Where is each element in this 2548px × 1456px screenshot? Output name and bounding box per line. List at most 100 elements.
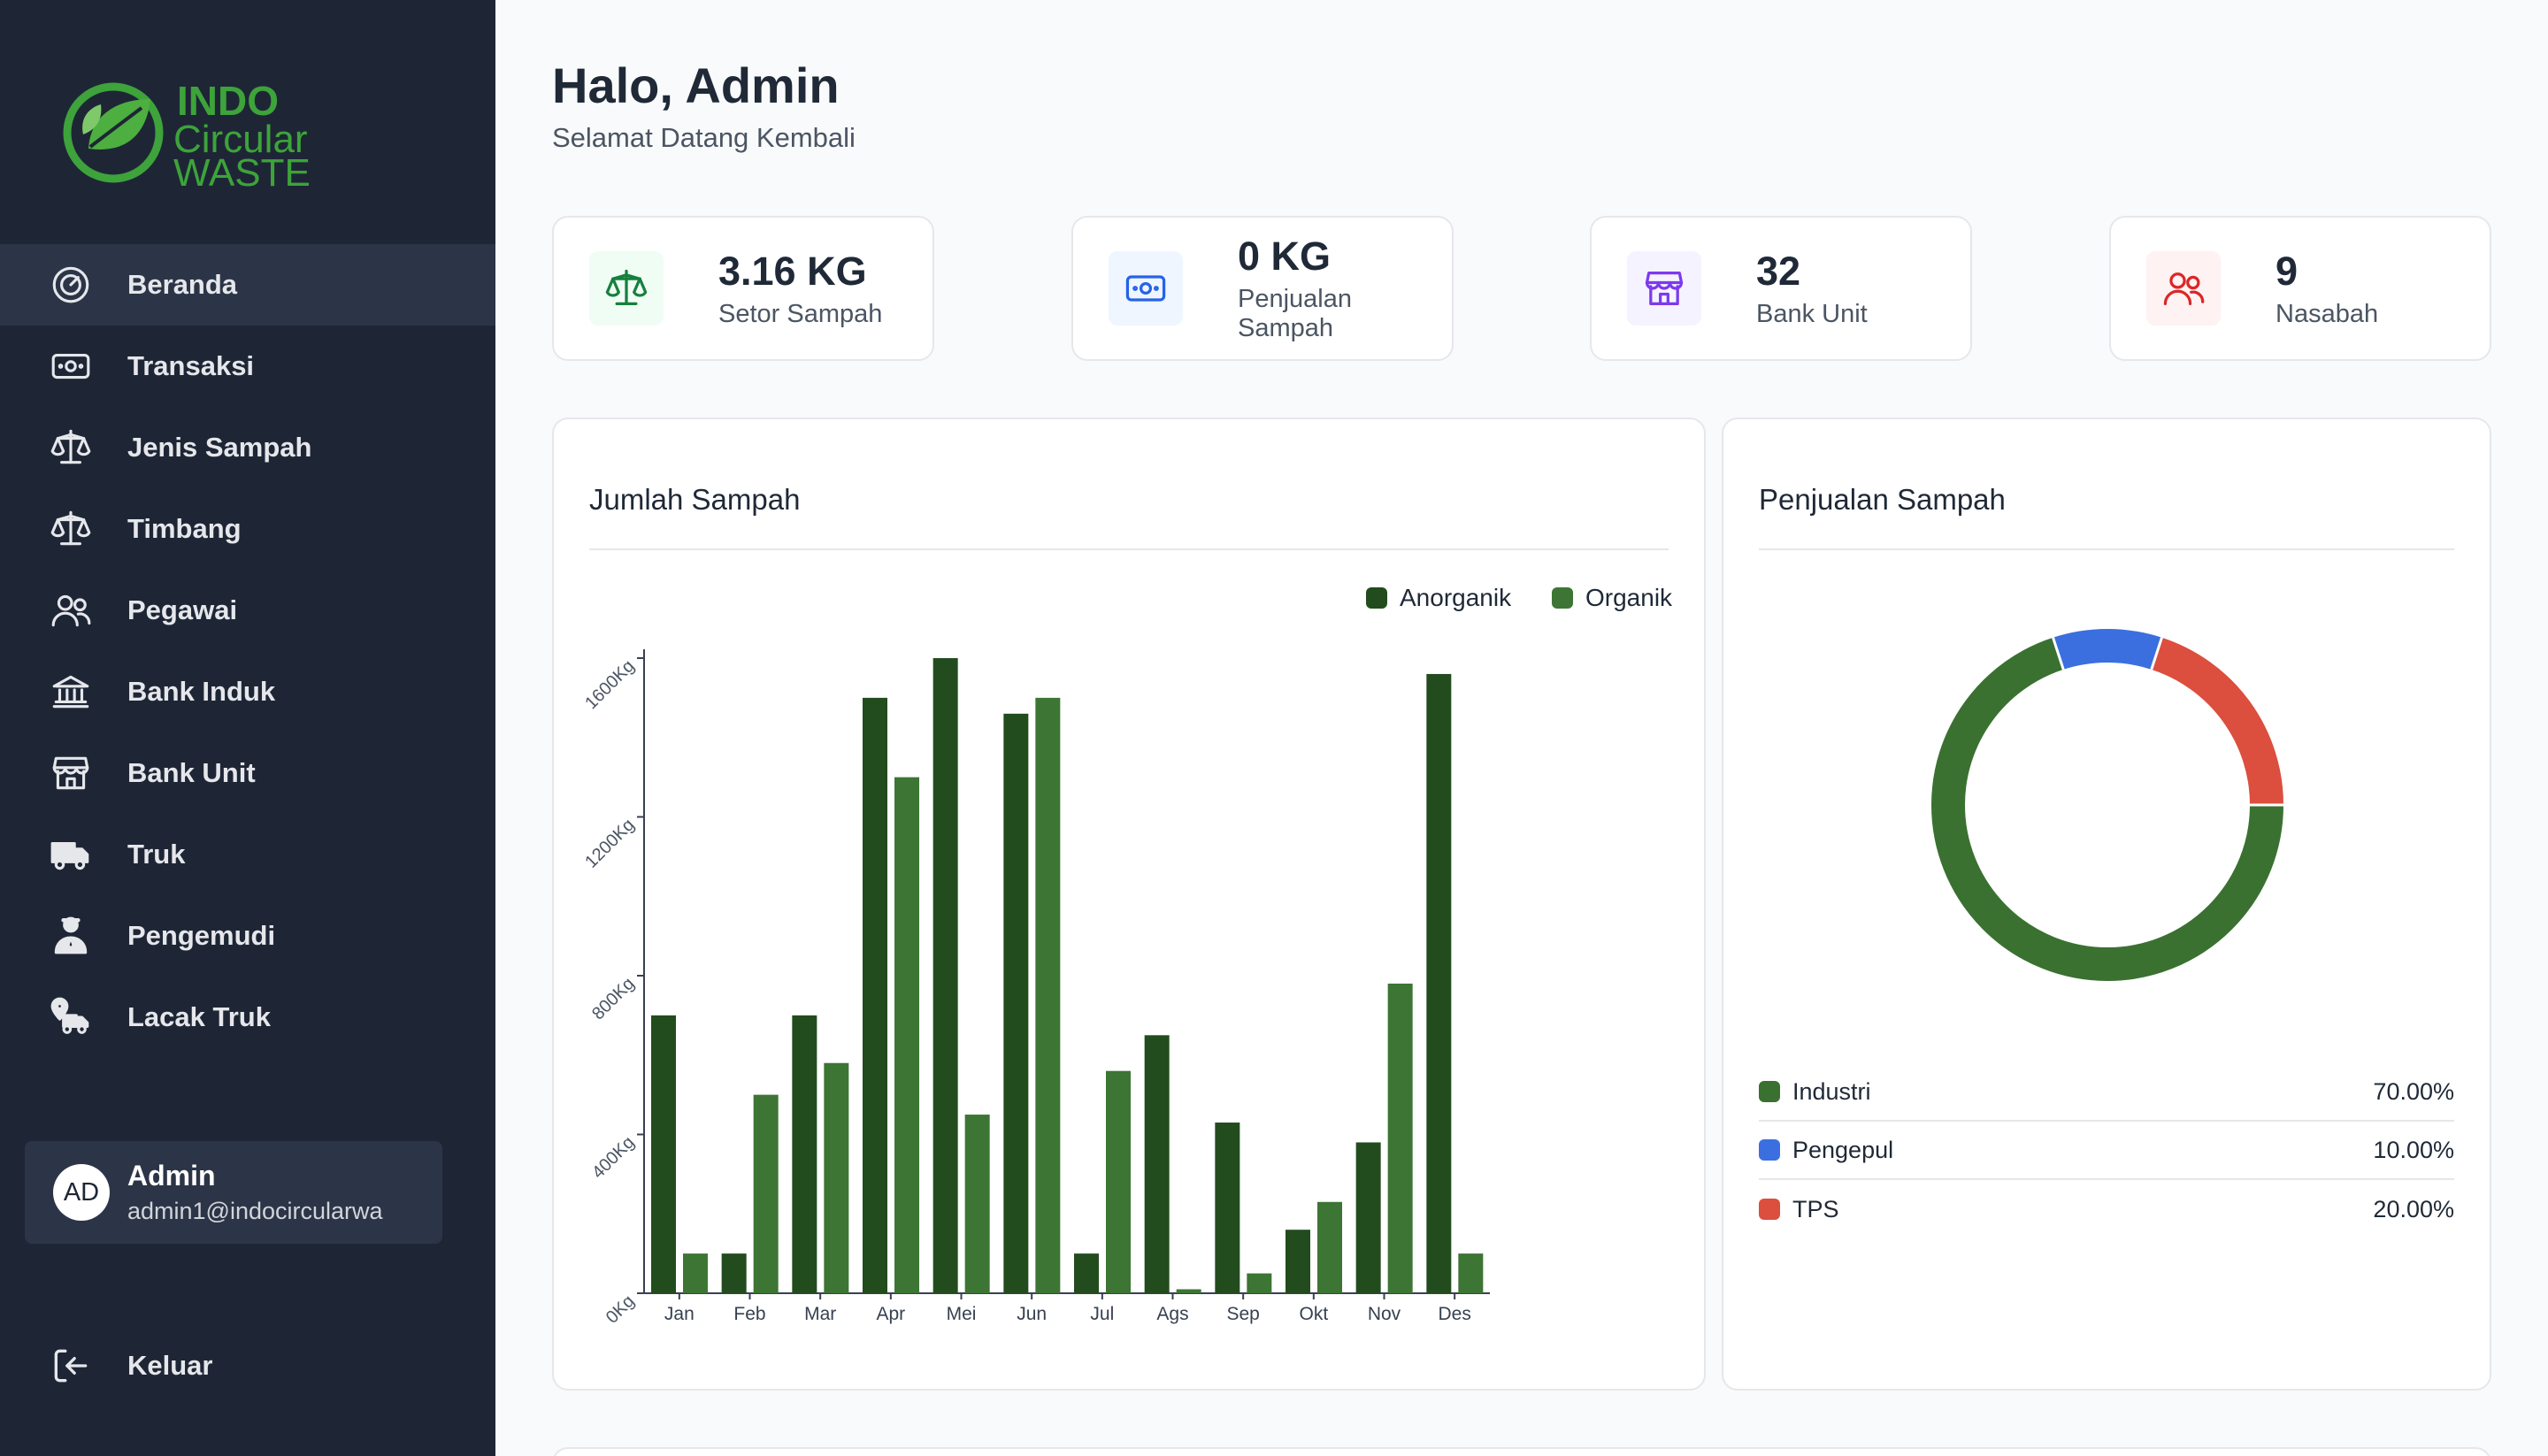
donut-chart [1931,629,2283,981]
x-tick-label: Jun [1017,1304,1047,1324]
pie-legend-row[interactable]: TPS 20.00% [1759,1180,2454,1238]
bar-anorganik-mar [792,1015,817,1293]
stat-value: 9 [2276,248,2299,294]
bank-icon [48,669,94,715]
bar-organik-nov [1387,983,1413,1293]
sidebar-item-bank-induk[interactable]: Bank Induk [0,651,495,732]
pie-chart-card: Penjualan Sampah Industri 70.00% Pengepul 1… [1722,418,2491,1391]
bar-organik-jan [683,1253,708,1293]
bar-organik-sep [1247,1273,1272,1293]
bar-organik-apr [894,777,919,1293]
stat-card-bank-unit[interactable]: 32 Bank Unit [1590,216,1972,361]
x-tick-label: Mei [947,1304,977,1324]
sidebar-item-label: Transaksi [127,350,255,381]
y-tick-label: 400Kg [588,1132,638,1182]
stat-label: Setor Sampah [718,299,883,328]
x-tick-label: Sep [1226,1304,1259,1324]
page-subtitle: Selamat Datang Kembali [552,122,856,153]
x-tick-label: Okt [1299,1304,1328,1324]
bar-anorganik-feb [721,1253,747,1293]
stat-label: Bank Unit [1756,299,1868,328]
y-tick-label: 800Kg [588,974,638,1023]
brand-logo[interactable]: INDO Circular WASTE [62,73,327,195]
y-tick-label: 1200Kg [581,815,638,871]
scale-icon [48,425,94,471]
money-icon [48,343,94,389]
bar-anorganik-apr [863,697,887,1293]
stat-value: 32 [1756,248,1801,294]
bar-organik-des [1458,1253,1484,1293]
legend-swatch [1759,1081,1780,1102]
sidebar-item-label: Jenis Sampah [127,432,312,463]
scale-icon [48,506,94,552]
sidebar-item-label: Bank Induk [127,676,276,707]
sidebar-item-pegawai[interactable]: Pegawai [0,570,495,651]
users-icon [2146,251,2221,326]
page-title: Halo, Admin [552,57,840,113]
y-tick-label: 0Kg [602,1291,639,1328]
bar-chart: 0Kg 400Kg 800Kg 1200Kg 1600Kg Jan Feb Mar Apr Mei… [581,649,1490,1328]
bar-anorganik-okt [1286,1230,1310,1293]
sidebar-item-label: Pengemudi [127,920,276,951]
sidebar-nav: Beranda Transaksi Jenis Sampah Timbang Pegaw… [0,244,495,1058]
scale-icon [589,251,664,326]
store-icon [48,750,94,796]
sidebar-item-lacak-truk[interactable]: Lacak Truk [0,977,495,1058]
avatar: AD [53,1164,110,1221]
bar-organik-mar [824,1062,849,1293]
pie-legend-label: Industri [1792,1077,1871,1105]
sidebar-item-label: Timbang [127,513,242,544]
x-tick-label: Des [1438,1304,1470,1324]
sidebar-item-label: Lacak Truk [127,1001,271,1032]
logo-leaf-icon: INDO Circular WASTE [63,78,311,195]
stat-card-nasabah[interactable]: 9 Nasabah [2109,216,2491,361]
dashboard-icon [48,262,94,308]
bar-organik-feb [753,1094,779,1293]
user-profile-card[interactable]: AD Admin admin1@indocircularwa [25,1141,442,1244]
pie-legend-percent: 70.00% [2373,1077,2454,1105]
bar-organik-okt [1317,1201,1342,1293]
bar-anorganik-jul [1074,1253,1099,1293]
stat-value: 0 KG [1238,234,1332,279]
stat-label: Nasabah [2276,299,2379,328]
bar-anorganik-nov [1355,1142,1381,1293]
sidebar-item-label: Bank Unit [127,757,256,788]
sidebar-item-transaksi[interactable]: Transaksi [0,326,495,407]
stat-value: 3.16 KG [718,248,867,294]
logout-label: Keluar [127,1350,213,1381]
stat-card-setor-sampah[interactable]: 3.16 KG Setor Sampah [552,216,934,361]
pie-legend-percent: 10.00% [2373,1136,2454,1163]
stat-label: Penjualan Sampah [1238,285,1352,342]
bar-chart-card: Jumlah Sampah Anorganik Organik 0Kg 400Kg 8… [552,418,1706,1391]
sidebar-item-truk[interactable]: Truk [0,814,495,895]
sidebar-item-pengemudi[interactable]: Pengemudi [0,895,495,977]
sidebar-item-label: Pegawai [127,594,238,625]
pie-legend-row[interactable]: Industri 70.00% [1759,1063,2454,1122]
bar-anorganik-jan [651,1015,676,1293]
pie-legend-label: TPS [1792,1195,1839,1222]
users-icon [48,587,94,633]
y-tick-label: 1600Kg [581,656,638,713]
money-icon [1109,251,1183,326]
pie-legend-label: Pengepul [1792,1136,1894,1163]
x-tick-label: Nov [1368,1304,1401,1324]
logout-icon [48,1343,94,1389]
driver-icon [48,913,94,959]
bar-anorganik-sep [1215,1123,1240,1293]
logout-button[interactable]: Keluar [0,1325,495,1406]
sidebar-item-beranda[interactable]: Beranda [0,244,495,326]
bar-anorganik-ags [1144,1035,1170,1293]
sidebar-item-timbang[interactable]: Timbang [0,488,495,570]
bar-organik-ags [1176,1289,1201,1293]
bar-anorganik-mei [932,658,958,1293]
stat-card-penjualan-sampah[interactable]: 0 KG Penjualan Sampah [1071,216,1454,361]
bar-anorganik-des [1426,673,1452,1293]
profile-name: Admin [127,1160,216,1192]
store-icon [1627,251,1701,326]
sidebar-item-jenis-sampah[interactable]: Jenis Sampah [0,407,495,488]
legend-swatch [1759,1139,1780,1161]
sidebar-item-bank-unit[interactable]: Bank Unit [0,732,495,814]
sidebar: INDO Circular WASTE Beranda Transaksi Jeni… [0,0,495,1456]
pie-legend-row[interactable]: Pengepul 10.00% [1759,1122,2454,1180]
x-tick-label: Apr [876,1304,905,1324]
